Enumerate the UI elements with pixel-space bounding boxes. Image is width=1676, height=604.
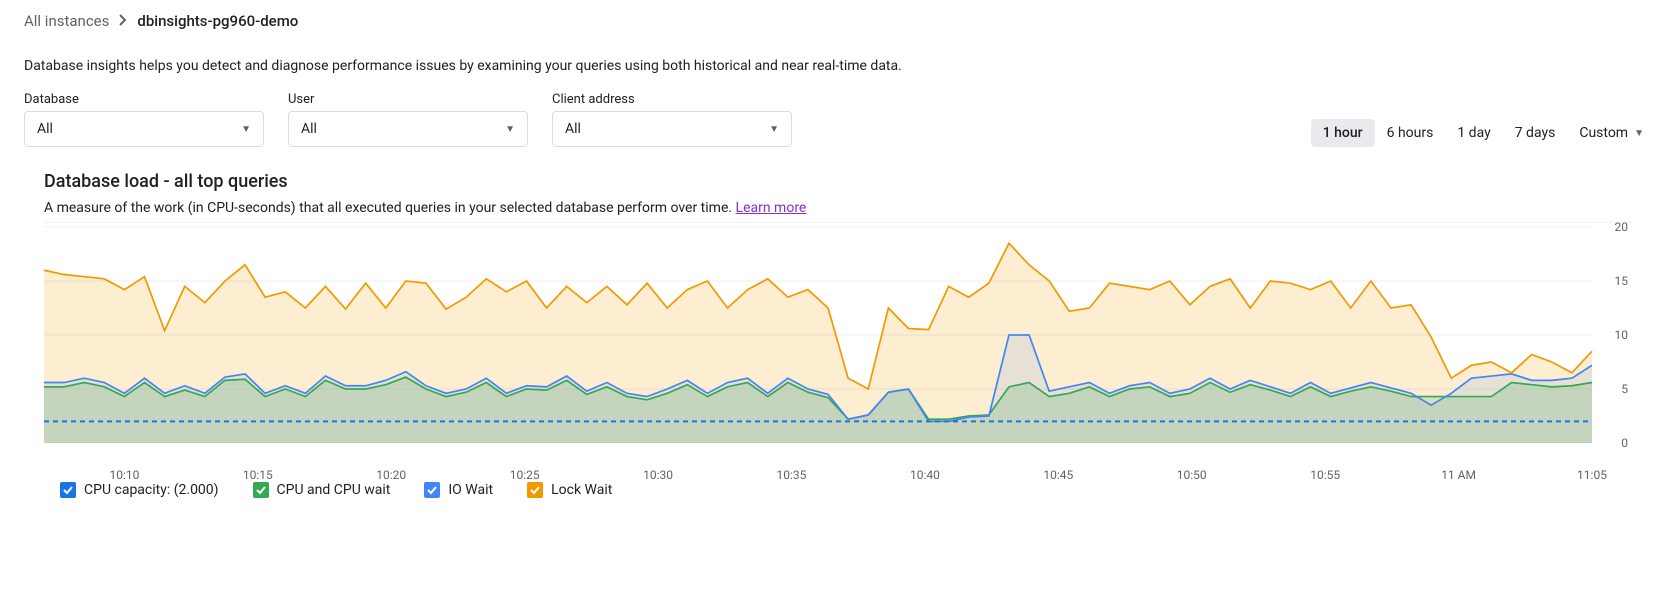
checkbox-icon bbox=[527, 482, 543, 498]
legend-label: CPU capacity: (2.000) bbox=[84, 482, 219, 498]
breadcrumb-current: dbinsights-pg960-demo bbox=[137, 12, 298, 30]
breadcrumb: All instances dbinsights-pg960-demo bbox=[24, 12, 1652, 30]
x-tick-label: 10:35 bbox=[777, 468, 807, 482]
chevron-right-icon bbox=[119, 12, 127, 30]
time-range-option[interactable]: 7 days bbox=[1503, 119, 1568, 147]
x-tick-label: 10:25 bbox=[510, 468, 540, 482]
learn-more-link[interactable]: Learn more bbox=[736, 200, 807, 216]
client-filter: Client address All ▼ bbox=[552, 92, 792, 147]
legend-item[interactable]: Lock Wait bbox=[527, 482, 612, 498]
x-tick-label: 10:50 bbox=[1177, 468, 1207, 482]
select-value: All bbox=[565, 121, 581, 137]
client-select[interactable]: All ▼ bbox=[552, 111, 792, 147]
chevron-down-icon: ▼ bbox=[505, 124, 515, 135]
user-select[interactable]: All ▼ bbox=[288, 111, 528, 147]
user-filter: User All ▼ bbox=[288, 92, 528, 147]
legend-item[interactable]: IO Wait bbox=[424, 482, 493, 498]
time-range-option[interactable]: 6 hours bbox=[1375, 119, 1446, 147]
select-value: All bbox=[301, 121, 317, 137]
filter-label: Client address bbox=[552, 92, 792, 107]
time-range-picker: 1 hour6 hours1 day7 daysCustom ▼ bbox=[1311, 119, 1652, 147]
time-range-option[interactable]: 1 hour bbox=[1311, 119, 1375, 147]
x-tick-label: 10:10 bbox=[109, 468, 139, 482]
chart-title: Database load - all top queries bbox=[44, 171, 1652, 192]
chevron-down-icon: ▼ bbox=[1634, 128, 1644, 139]
legend-item[interactable]: CPU capacity: (2.000) bbox=[60, 482, 219, 498]
x-tick-label: 10:40 bbox=[910, 468, 940, 482]
x-tick-label: 11 AM bbox=[1441, 468, 1476, 482]
x-tick-label: 10:45 bbox=[1043, 468, 1073, 482]
database-select[interactable]: All ▼ bbox=[24, 111, 264, 147]
chevron-down-icon: ▼ bbox=[769, 124, 779, 135]
legend-item[interactable]: CPU and CPU wait bbox=[253, 482, 391, 498]
time-range-option[interactable]: 1 day bbox=[1445, 119, 1502, 147]
checkbox-icon bbox=[60, 482, 76, 498]
x-tick-label: 10:15 bbox=[243, 468, 273, 482]
checkbox-icon bbox=[253, 482, 269, 498]
page-description: Database insights helps you detect and d… bbox=[24, 58, 1652, 74]
filter-label: Database bbox=[24, 92, 264, 107]
chart-subtitle: A measure of the work (in CPU-seconds) t… bbox=[44, 200, 1652, 216]
x-tick-label: 11:05 bbox=[1577, 468, 1607, 482]
legend-label: Lock Wait bbox=[551, 482, 612, 498]
select-value: All bbox=[37, 121, 53, 137]
x-tick-label: 10:55 bbox=[1310, 468, 1340, 482]
legend-label: CPU and CPU wait bbox=[277, 482, 391, 498]
checkbox-icon bbox=[424, 482, 440, 498]
legend-label: IO Wait bbox=[448, 482, 493, 498]
database-load-chart[interactable]: 0510152010:1010:1510:2010:2510:3010:3510… bbox=[44, 222, 1632, 462]
database-filter: Database All ▼ bbox=[24, 92, 264, 147]
time-range-custom[interactable]: Custom ▼ bbox=[1567, 119, 1652, 147]
chevron-down-icon: ▼ bbox=[241, 124, 251, 135]
filter-label: User bbox=[288, 92, 528, 107]
x-tick-label: 10:20 bbox=[376, 468, 406, 482]
chart-legend: CPU capacity: (2.000) CPU and CPU wait IO … bbox=[60, 482, 1652, 498]
x-tick-label: 10:30 bbox=[643, 468, 673, 482]
breadcrumb-parent[interactable]: All instances bbox=[24, 12, 109, 30]
